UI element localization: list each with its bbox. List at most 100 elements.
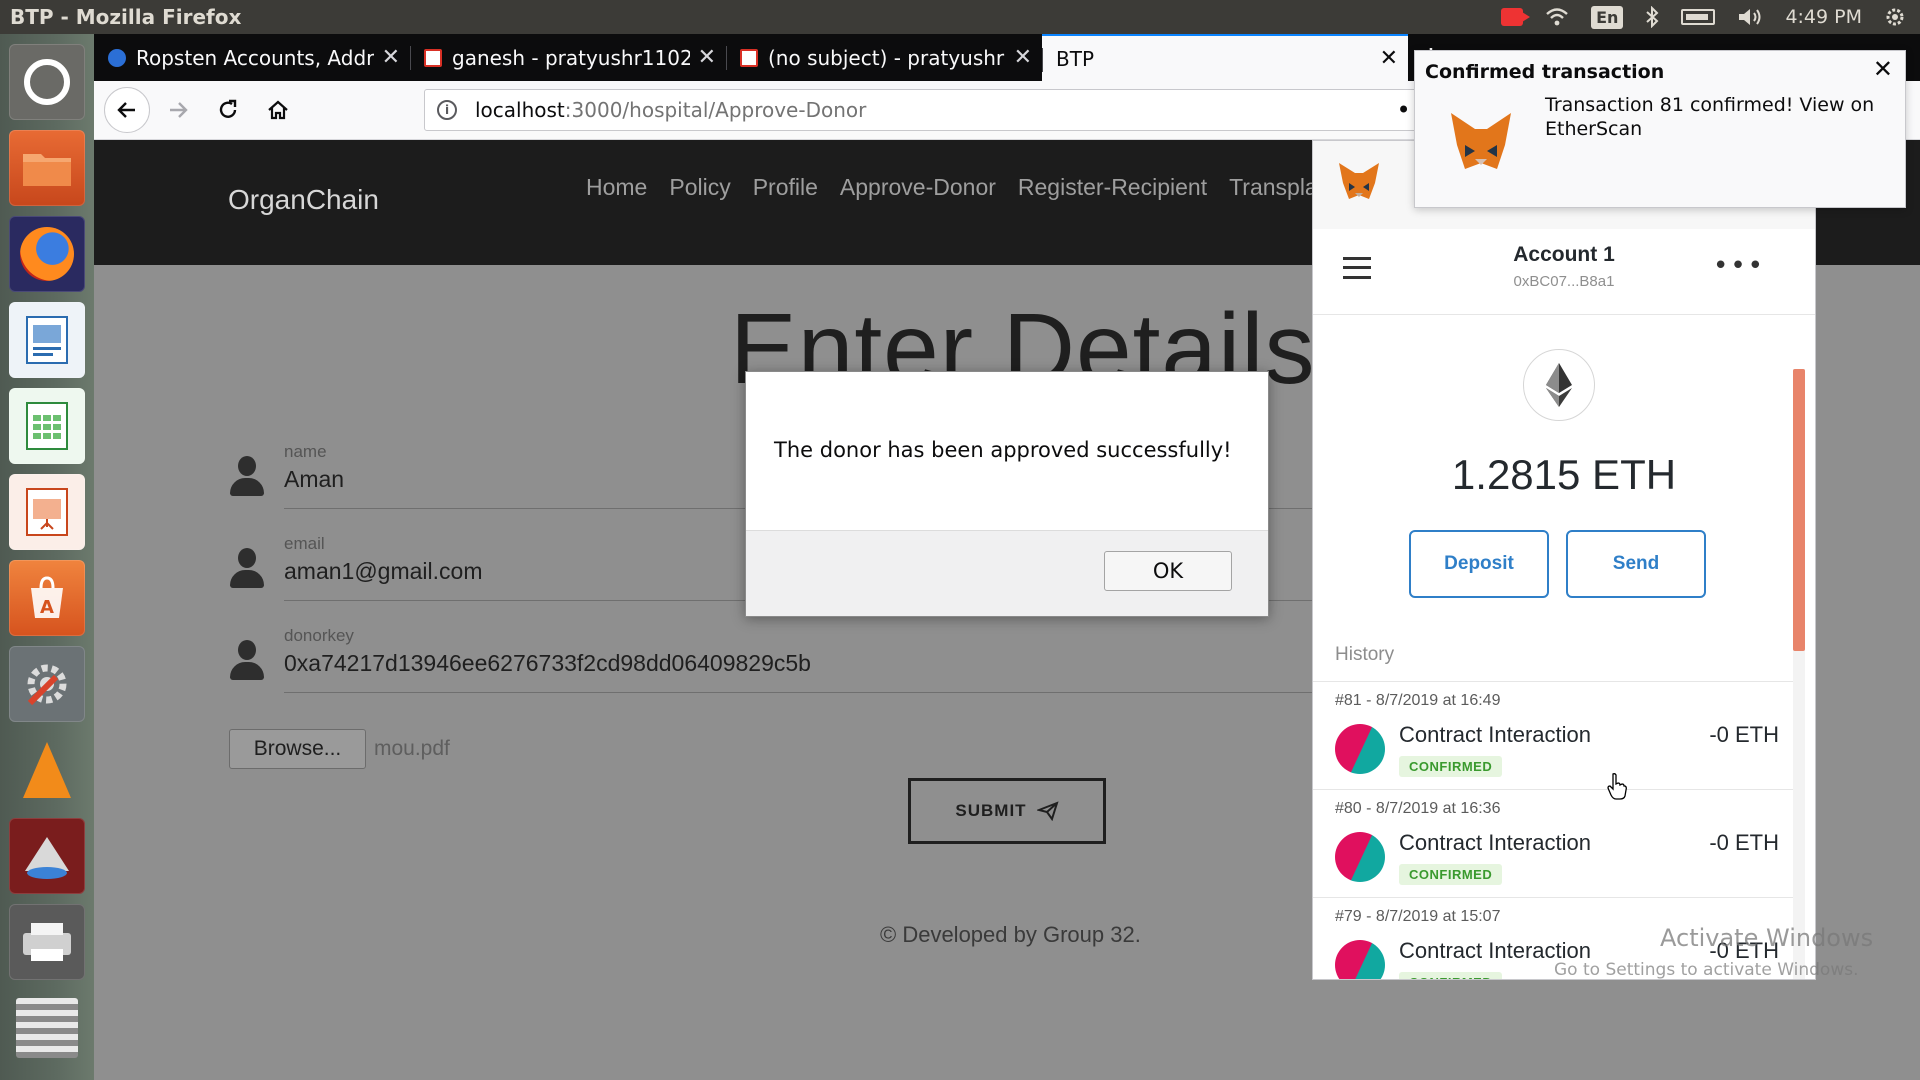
send-icon bbox=[1036, 801, 1059, 821]
transaction-amount: -0 ETH bbox=[1709, 722, 1779, 747]
nav-link-home[interactable]: Home bbox=[586, 174, 647, 201]
libreoffice-impress-icon[interactable] bbox=[9, 474, 85, 550]
status-badge: CONFIRMED bbox=[1399, 756, 1503, 777]
page-footer: © Developed by Group 32. bbox=[880, 922, 1141, 947]
status-badge: CONFIRMED bbox=[1399, 972, 1503, 979]
metamask-fox-icon bbox=[1339, 163, 1379, 199]
gmail-icon bbox=[424, 48, 442, 67]
system-tray: En 4:49 PM bbox=[1501, 0, 1920, 34]
ok-button[interactable]: OK bbox=[1104, 551, 1232, 591]
notification-body: Transaction 81 confirmed! View on EtherS… bbox=[1545, 94, 1875, 140]
site-brand[interactable]: OrganChain bbox=[228, 184, 379, 216]
trash-stack-icon[interactable] bbox=[9, 990, 85, 1066]
keyboard-layout-indicator[interactable]: En bbox=[1591, 5, 1624, 29]
tab-label: ganesh - pratyushr1102 bbox=[452, 45, 690, 70]
clock[interactable]: 4:49 PM bbox=[1785, 6, 1862, 28]
close-tab-icon[interactable]: ✕ bbox=[382, 45, 400, 70]
selected-file-name: mou.pdf bbox=[374, 737, 450, 760]
metamask-popup: Account 1 0xBC07...B8a1 ••• 1.2815 ETH D… bbox=[1312, 140, 1816, 980]
nav-link-approve-donor[interactable]: Approve-Donor bbox=[840, 174, 996, 201]
tab-label: (no subject) - pratyushr1 bbox=[768, 45, 1006, 70]
contract-identicon bbox=[1335, 724, 1385, 774]
person-icon bbox=[228, 640, 266, 684]
nav-link-register-recipient[interactable]: Register-Recipient bbox=[1018, 174, 1207, 201]
site-nav-links: Home Policy Profile Approve-Donor Regist… bbox=[586, 174, 1337, 201]
history-heading: History bbox=[1335, 644, 1395, 665]
url-host: localhost bbox=[475, 98, 565, 122]
nav-link-profile[interactable]: Profile bbox=[753, 174, 818, 201]
tab-ropsten-accounts[interactable]: Ropsten Accounts, Addr ✕ bbox=[94, 34, 410, 81]
notification-title: Confirmed transaction bbox=[1425, 61, 1665, 83]
activate-windows-watermark: Activate Windows bbox=[1660, 924, 1874, 952]
tab-label: BTP bbox=[1056, 46, 1094, 71]
volume-icon[interactable] bbox=[1737, 6, 1763, 28]
close-tab-icon[interactable]: ✕ bbox=[1014, 45, 1032, 70]
url-path: :3000/hospital/Approve-Donor bbox=[564, 98, 867, 122]
field-value[interactable]: 0xa74217d13946ee6276733f2cd98dd06409829c… bbox=[284, 650, 811, 677]
hand-cursor-icon bbox=[1607, 773, 1627, 800]
forward-arrow-icon[interactable] bbox=[156, 88, 200, 132]
settings-gear-icon[interactable] bbox=[1884, 6, 1906, 28]
contract-identicon bbox=[1335, 832, 1385, 882]
tab-gmail-no-subject[interactable]: (no subject) - pratyushr1 ✕ bbox=[726, 34, 1042, 81]
transaction-title: Contract Interaction bbox=[1399, 722, 1591, 747]
system-top-panel: BTP - Mozilla Firefox En 4:49 PM bbox=[0, 0, 1920, 34]
account-options-icon[interactable]: ••• bbox=[1713, 251, 1765, 281]
field-label: name bbox=[284, 442, 327, 461]
transaction-row[interactable]: #80 - 8/7/2019 at 16:36 Contract Interac… bbox=[1313, 790, 1801, 898]
vlc-icon[interactable] bbox=[9, 732, 85, 808]
donorkey-field[interactable]: donorkey 0xa74217d13946ee6276733f2cd98dd… bbox=[228, 626, 1328, 698]
submit-label: SUBMIT bbox=[955, 801, 1027, 820]
tab-btp[interactable]: BTP ✕ bbox=[1042, 34, 1408, 81]
metamask-fox-icon bbox=[1451, 113, 1511, 169]
system-settings-icon[interactable] bbox=[9, 646, 85, 722]
send-button[interactable]: Send bbox=[1566, 530, 1706, 598]
printer-icon[interactable] bbox=[9, 904, 85, 980]
nav-link-policy[interactable]: Policy bbox=[669, 174, 730, 201]
gmail-icon bbox=[740, 48, 758, 67]
firefox-icon[interactable] bbox=[9, 216, 85, 292]
software-center-icon[interactable]: A bbox=[9, 560, 85, 636]
transaction-title: Contract Interaction bbox=[1399, 830, 1591, 855]
close-notification-icon[interactable]: ✕ bbox=[1873, 55, 1893, 83]
close-tab-icon[interactable]: ✕ bbox=[1380, 46, 1398, 71]
wifi-icon[interactable] bbox=[1545, 7, 1569, 27]
close-tab-icon[interactable]: ✕ bbox=[698, 45, 716, 70]
transaction-notification[interactable]: Confirmed transaction ✕ Transaction 81 c… bbox=[1414, 50, 1906, 208]
browse-file-button[interactable]: Browse... bbox=[229, 729, 366, 769]
person-icon bbox=[228, 456, 266, 500]
libreoffice-calc-icon[interactable] bbox=[9, 388, 85, 464]
transaction-meta: #80 - 8/7/2019 at 16:36 bbox=[1335, 800, 1501, 817]
ethereum-icon bbox=[1523, 349, 1595, 421]
back-arrow-icon[interactable] bbox=[104, 87, 150, 133]
contract-identicon bbox=[1335, 940, 1385, 979]
reload-icon[interactable] bbox=[206, 88, 250, 132]
screen-recorder-icon[interactable] bbox=[1501, 8, 1531, 26]
home-icon[interactable] bbox=[256, 88, 300, 132]
transaction-meta: #81 - 8/7/2019 at 16:49 bbox=[1335, 692, 1501, 709]
bluetooth-icon[interactable] bbox=[1645, 6, 1659, 28]
svg-text:A: A bbox=[40, 597, 54, 618]
files-folder-icon[interactable] bbox=[9, 130, 85, 206]
libreoffice-writer-icon[interactable] bbox=[9, 302, 85, 378]
launcher-dock: A bbox=[0, 34, 94, 1080]
field-value[interactable]: Aman bbox=[284, 466, 344, 493]
url-bar[interactable]: i localhost:3000/hospital/Approve-Donor … bbox=[424, 89, 1504, 131]
dash-home-icon[interactable] bbox=[9, 44, 85, 120]
site-info-icon[interactable]: i bbox=[437, 100, 457, 120]
field-label: email bbox=[284, 534, 325, 553]
account-header: Account 1 0xBC07...B8a1 ••• bbox=[1313, 229, 1815, 315]
scrollbar-thumb[interactable] bbox=[1793, 369, 1805, 651]
window-title: BTP - Mozilla Firefox bbox=[10, 5, 242, 29]
tab-gmail-ganesh[interactable]: ganesh - pratyushr1102 ✕ bbox=[410, 34, 726, 81]
activate-windows-hint: Go to Settings to activate Windows. bbox=[1554, 960, 1859, 980]
etherscan-icon bbox=[108, 48, 126, 67]
field-value[interactable]: aman1@gmail.com bbox=[284, 558, 482, 585]
tab-label: Ropsten Accounts, Addr bbox=[136, 45, 374, 70]
deposit-button[interactable]: Deposit bbox=[1409, 530, 1549, 598]
transaction-row[interactable]: #81 - 8/7/2019 at 16:49 Contract Interac… bbox=[1313, 682, 1801, 790]
media-app-icon[interactable] bbox=[9, 818, 85, 894]
battery-icon[interactable] bbox=[1681, 9, 1716, 25]
eth-balance: 1.2815 ETH bbox=[1451, 451, 1677, 498]
submit-button[interactable]: SUBMIT bbox=[908, 778, 1106, 844]
